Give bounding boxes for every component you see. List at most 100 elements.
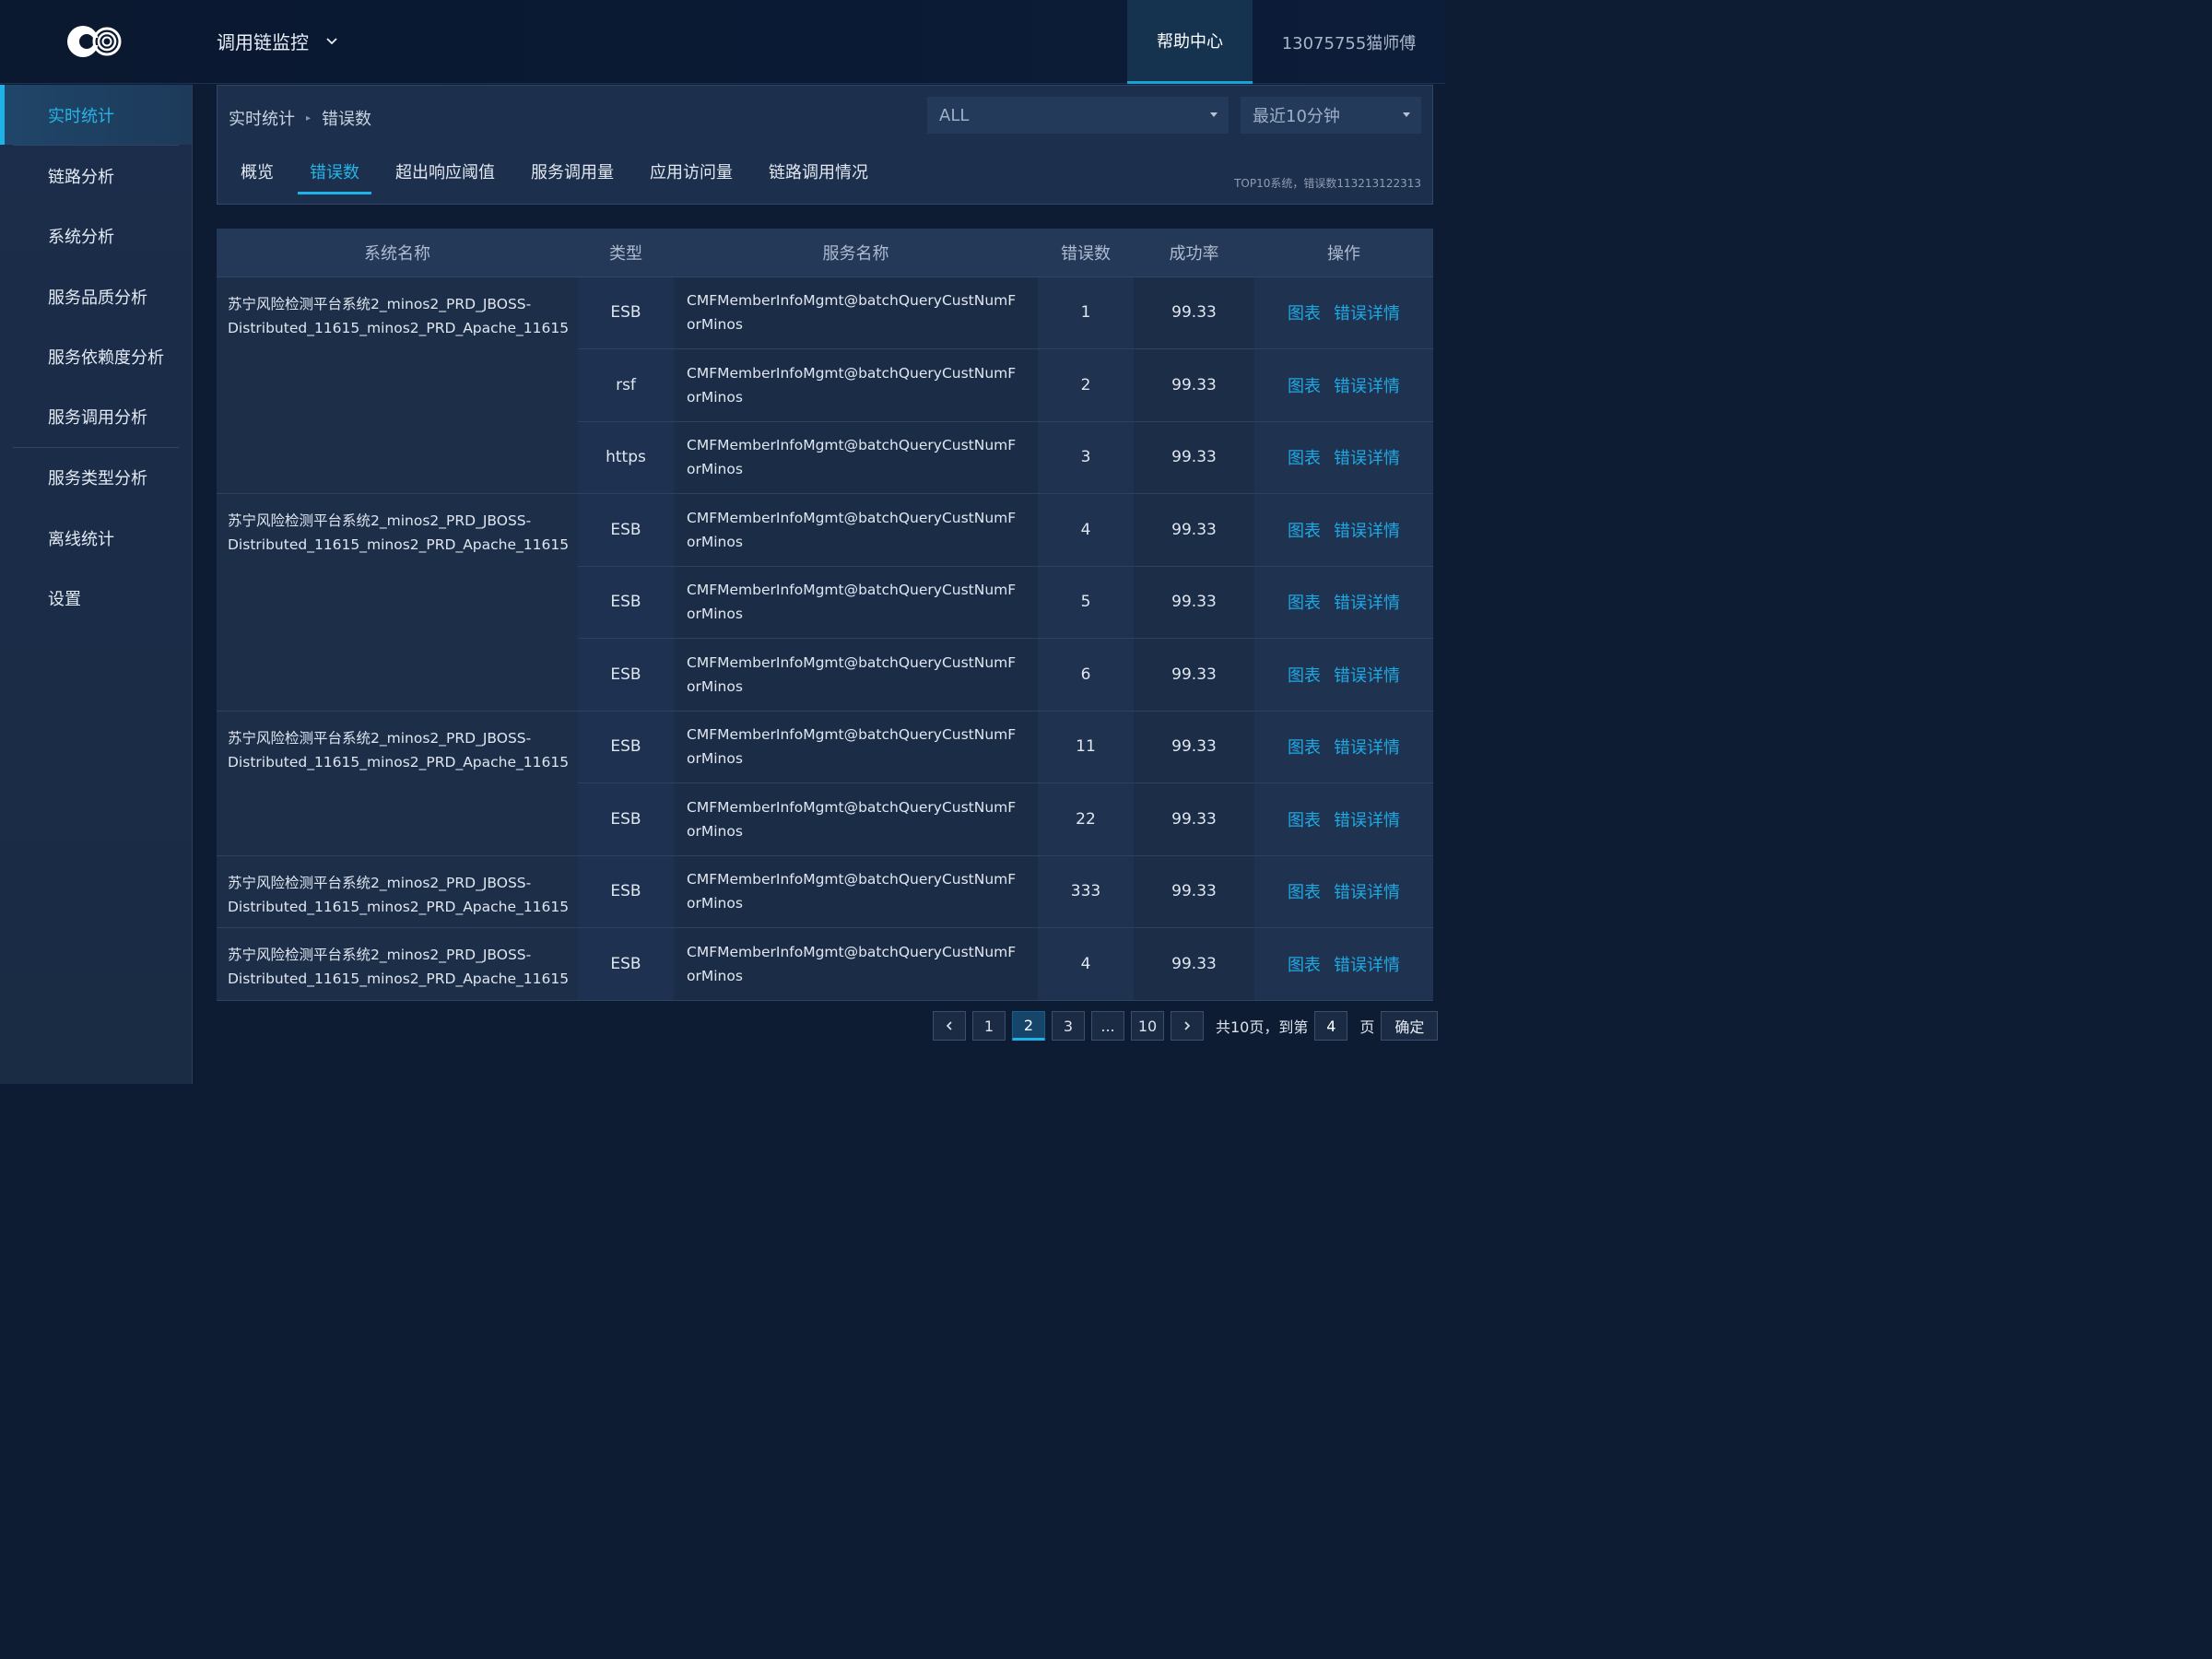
service-name-line: orMinos <box>687 750 743 768</box>
error-detail-link[interactable]: 错误详情 <box>1334 666 1400 686</box>
service-name-line: CMFMemberInfoMgmt@batchQueryCustNumF <box>687 726 1017 744</box>
error-detail-link[interactable]: 错误详情 <box>1334 883 1400 902</box>
pagination: 1 2 3 ... 10 共10页，到第 页 确定 <box>933 1011 1439 1041</box>
error-detail-link[interactable]: 错误详情 <box>1334 522 1400 541</box>
error-detail-link[interactable]: 错误详情 <box>1334 956 1400 975</box>
type-cell: ESB <box>578 855 674 928</box>
system-name-line: Distributed_11615_minos2_PRD_Apache_1161… <box>228 971 570 987</box>
system-name-line: 苏宁风险检测平台系统2_minos2_PRD_JBOSS- <box>228 512 532 529</box>
error-detail-link[interactable]: 错误详情 <box>1334 304 1400 324</box>
error-count-cell: 11 <box>1038 711 1134 783</box>
page-button-10[interactable]: 10 <box>1131 1011 1164 1041</box>
column-header-success-rate: 成功率 <box>1134 229 1254 277</box>
sidebar-item-service-quality[interactable]: 服务品质分析 <box>0 266 192 326</box>
confirm-button[interactable]: 确定 <box>1381 1011 1439 1041</box>
goto-page-input[interactable] <box>1314 1011 1348 1041</box>
prev-page-button[interactable] <box>933 1011 966 1041</box>
success-rate-cell: 99.33 <box>1134 493 1254 567</box>
table-row: 苏宁风险检测平台系统2_minos2_PRD_JBOSS- Distributed… <box>217 493 1433 712</box>
chart-link[interactable]: 图表 <box>1288 594 1321 613</box>
chart-link[interactable]: 图表 <box>1288 304 1321 324</box>
success-rate-cell: 99.33 <box>1134 348 1254 422</box>
error-count-cell: 1 <box>1038 276 1134 349</box>
page-button-1[interactable]: 1 <box>972 1011 1006 1041</box>
user-menu[interactable]: 13075755猫师傅 <box>1253 0 1445 84</box>
sidebar-item-settings[interactable]: 设置 <box>0 568 192 628</box>
system-name-cell: 苏宁风险检测平台系统2_minos2_PRD_JBOSS- Distributed… <box>217 927 578 1001</box>
sidebar-item-realtime-stats[interactable]: 实时统计 <box>0 85 192 146</box>
total-pages-text: 共10页，到第 <box>1216 1018 1309 1036</box>
tab-service-calls[interactable]: 服务调用量 <box>519 152 626 194</box>
table-row: 苏宁风险检测平台系统2_minos2_PRD_JBOSS- Distributed… <box>217 855 1433 928</box>
next-page-icon <box>1184 1021 1191 1030</box>
sidebar-item-system-analysis[interactable]: 系统分析 <box>0 206 192 266</box>
service-name-line: CMFMemberInfoMgmt@batchQueryCustNumF <box>687 292 1017 310</box>
chevron-down-icon <box>326 37 337 44</box>
page-button-2[interactable]: 2 <box>1012 1011 1045 1041</box>
actions-cell: 图表 错误详情 <box>1254 348 1433 422</box>
chart-link[interactable]: 图表 <box>1288 883 1321 902</box>
service-name-line: orMinos <box>687 533 743 550</box>
breadcrumb-arrow-icon: ▸ <box>306 112 312 124</box>
error-table: 系统名称 类型 服务名称 错误数 成功率 操作 苏宁风险检测平台系统2_mino… <box>217 229 1433 1001</box>
error-detail-link[interactable]: 错误详情 <box>1334 449 1400 468</box>
column-header-service: 服务名称 <box>674 229 1038 277</box>
system-name-line: Distributed_11615_minos2_PRD_Apache_1161… <box>228 536 570 553</box>
chart-link[interactable]: 图表 <box>1288 449 1321 468</box>
sidebar-item-trace-analysis[interactable]: 链路分析 <box>0 146 192 206</box>
error-detail-link[interactable]: 错误详情 <box>1334 594 1400 613</box>
service-name-line: CMFMemberInfoMgmt@batchQueryCustNumF <box>687 509 1017 526</box>
sidebar-item-service-dependency[interactable]: 服务依赖度分析 <box>0 326 192 386</box>
error-detail-link[interactable]: 错误详情 <box>1334 811 1400 830</box>
type-cell: ESB <box>578 566 674 639</box>
breadcrumb-parent[interactable]: 实时统计 <box>229 106 295 130</box>
service-name-line: orMinos <box>687 316 743 334</box>
sidebar-item-service-type[interactable]: 服务类型分析 <box>0 448 192 508</box>
error-detail-link[interactable]: 错误详情 <box>1334 377 1400 396</box>
tab-app-visits[interactable]: 应用访问量 <box>638 152 745 194</box>
chart-link[interactable]: 图表 <box>1288 666 1321 686</box>
type-cell: ESB <box>578 711 674 783</box>
table-row: 苏宁风险检测平台系统2_minos2_PRD_JBOSS- Distributed… <box>217 711 1433 856</box>
service-name-line: orMinos <box>687 677 743 695</box>
chart-link[interactable]: 图表 <box>1288 811 1321 830</box>
chart-link[interactable]: 图表 <box>1288 738 1321 758</box>
error-count-cell: 3 <box>1038 421 1134 494</box>
tab-response-threshold[interactable]: 超出响应阈值 <box>383 152 507 194</box>
app-title-dropdown[interactable]: 调用链监控 <box>217 28 338 54</box>
service-name-cell: CMFMemberInfoMgmt@batchQueryCustNumF orMi… <box>674 493 1038 567</box>
sidebar: 实时统计 链路分析 系统分析 服务品质分析 服务依赖度分析 服务调用分析 服务类… <box>0 85 193 1084</box>
tab-error-count[interactable]: 错误数 <box>298 152 371 194</box>
time-range-select[interactable]: 最近10分钟 <box>1241 97 1421 134</box>
error-detail-link[interactable]: 错误详情 <box>1334 738 1400 758</box>
service-name-line: CMFMemberInfoMgmt@batchQueryCustNumF <box>687 364 1017 382</box>
success-rate-cell: 99.33 <box>1134 927 1254 1001</box>
success-rate-cell: 99.33 <box>1134 782 1254 856</box>
type-cell: ESB <box>578 927 674 1001</box>
actions-cell: 图表 错误详情 <box>1254 782 1433 856</box>
actions-cell: 图表 错误详情 <box>1254 927 1433 1001</box>
sidebar-item-service-invocation[interactable]: 服务调用分析 <box>0 386 192 446</box>
next-page-button[interactable] <box>1171 1011 1204 1041</box>
service-name-line: CMFMemberInfoMgmt@batchQueryCustNumF <box>687 582 1017 599</box>
type-cell: ESB <box>578 638 674 712</box>
chart-link[interactable]: 图表 <box>1288 956 1321 975</box>
system-name-line: 苏宁风险检测平台系统2_minos2_PRD_JBOSS- <box>228 729 532 747</box>
service-name-cell: CMFMemberInfoMgmt@batchQueryCustNumF orMi… <box>674 276 1038 349</box>
tab-trace-calls[interactable]: 链路调用情况 <box>757 152 880 194</box>
type-cell: rsf <box>578 348 674 422</box>
chart-link[interactable]: 图表 <box>1288 522 1321 541</box>
page-ellipsis[interactable]: ... <box>1091 1011 1124 1041</box>
tab-overview[interactable]: 概览 <box>229 152 286 194</box>
chart-link[interactable]: 图表 <box>1288 377 1321 396</box>
service-name-line: orMinos <box>687 967 743 984</box>
service-name-cell: CMFMemberInfoMgmt@batchQueryCustNumF orMi… <box>674 421 1038 494</box>
system-select[interactable]: ALL <box>927 97 1229 134</box>
sidebar-item-offline-stats[interactable]: 离线统计 <box>0 508 192 568</box>
table-body: 苏宁风险检测平台系统2_minos2_PRD_JBOSS- Distributed… <box>217 276 1433 1001</box>
error-count-cell: 333 <box>1038 855 1134 928</box>
page-button-3[interactable]: 3 <box>1052 1011 1085 1041</box>
table-header-row: 系统名称 类型 服务名称 错误数 成功率 操作 <box>217 229 1433 277</box>
logo-icon[interactable] <box>65 22 129 61</box>
help-center-button[interactable]: 帮助中心 <box>1127 0 1253 84</box>
